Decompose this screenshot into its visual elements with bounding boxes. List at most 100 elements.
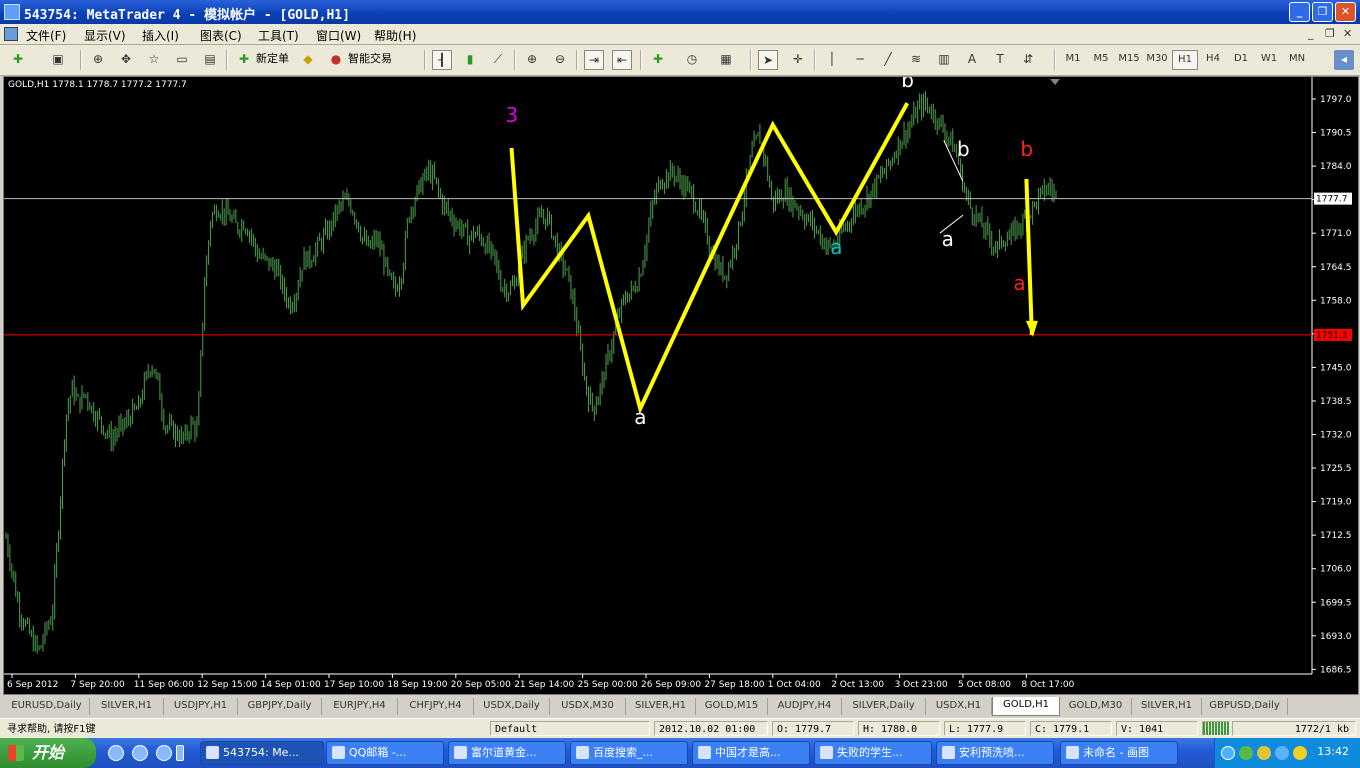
- task-paint[interactable]: 未命名 - 画图: [1060, 741, 1178, 765]
- tab-gold-h1[interactable]: GOLD,H1: [992, 697, 1060, 716]
- tab-silver-h1-3[interactable]: SILVER,H1: [1132, 698, 1202, 715]
- tab-eurjpy-h4[interactable]: EURJPY,H4: [322, 698, 398, 715]
- tab-silver-h1[interactable]: SILVER,H1: [90, 698, 164, 715]
- browser-quicklaunch-icon[interactable]: [132, 745, 148, 761]
- document-icon[interactable]: [4, 27, 18, 41]
- task-student[interactable]: 失败的学生...: [814, 741, 932, 765]
- menu-view[interactable]: 显示(V): [84, 27, 126, 44]
- quicklaunch-more-icon[interactable]: [176, 745, 184, 761]
- terminal-icon[interactable]: ☆: [144, 50, 164, 70]
- new-order-icon[interactable]: ✚: [234, 50, 254, 70]
- security-tray-icon[interactable]: [1239, 746, 1253, 760]
- timeframe-mn[interactable]: MN: [1284, 50, 1310, 70]
- task-qq-mail[interactable]: QQ邮箱 -...: [326, 741, 444, 765]
- templates-icon[interactable]: ▦: [716, 50, 736, 70]
- task-baidu[interactable]: 百度搜索_...: [570, 741, 688, 765]
- indicators-icon[interactable]: ✚: [648, 50, 668, 70]
- tab-gbpjpy-daily[interactable]: GBPJPY,Daily: [238, 698, 322, 715]
- mdi-close-icon[interactable]: ✕: [1343, 27, 1352, 40]
- arrows-icon[interactable]: ⇵: [1018, 50, 1038, 70]
- menu-file[interactable]: 文件(F): [26, 27, 66, 44]
- vertical-line-icon[interactable]: │: [822, 50, 842, 70]
- tab-chfjpy-h4[interactable]: CHFJPY,H4: [398, 698, 474, 715]
- volume-tray-icon[interactable]: [1257, 746, 1271, 760]
- timeframe-m30[interactable]: M30: [1144, 50, 1170, 70]
- channel-icon[interactable]: ▥: [934, 50, 954, 70]
- tab-silver-h1-2[interactable]: SILVER,H1: [626, 698, 696, 715]
- ie-quicklaunch-icon[interactable]: [108, 745, 124, 761]
- bar-chart-icon[interactable]: ┨: [432, 50, 452, 70]
- chart-shift-icon[interactable]: ⇥: [584, 50, 604, 70]
- tab-eurusd-daily[interactable]: EURUSD,Daily: [4, 698, 90, 715]
- crosshair-icon[interactable]: ✛: [788, 50, 808, 70]
- timeframe-d1[interactable]: D1: [1228, 50, 1254, 70]
- line-chart-icon[interactable]: ⟋: [488, 50, 508, 70]
- new-chart-icon[interactable]: ✚: [8, 50, 28, 70]
- expand-icon[interactable]: ◂: [1334, 50, 1354, 70]
- network-tray-icon[interactable]: [1221, 746, 1235, 760]
- update-tray-icon[interactable]: [1275, 746, 1289, 760]
- expert-advisors-button[interactable]: 智能交易: [348, 50, 398, 70]
- autoscroll-icon[interactable]: ⇤: [612, 50, 632, 70]
- tab-silver-daily[interactable]: SILVER,Daily: [842, 698, 926, 715]
- timeframe-m1[interactable]: M1: [1060, 50, 1086, 70]
- y-tick-label: 1745.0: [1320, 363, 1352, 373]
- y-tick-label: 1738.5: [1320, 397, 1352, 407]
- market-watch-icon[interactable]: ⊕: [88, 50, 108, 70]
- task-metatrader[interactable]: 543754: Me...: [200, 741, 324, 765]
- menu-charts[interactable]: 图表(C): [200, 27, 242, 44]
- menu-tools[interactable]: 工具(T): [258, 27, 299, 44]
- zoom-in-icon[interactable]: ⊕: [522, 50, 542, 70]
- text-label-icon[interactable]: T: [990, 50, 1010, 70]
- menu-window[interactable]: 窗口(W): [316, 27, 361, 44]
- tab-audjpy-h4[interactable]: AUDJPY,H4: [768, 698, 842, 715]
- tab-gold-m15[interactable]: GOLD,M15: [696, 698, 768, 715]
- task-amway[interactable]: 安利预洗喷...: [936, 741, 1054, 765]
- timeframe-w1[interactable]: W1: [1256, 50, 1282, 70]
- mdi-minimize-icon[interactable]: _: [1308, 27, 1314, 40]
- start-button[interactable]: 开始: [0, 738, 96, 768]
- tab-usdjpy-h1[interactable]: USDJPY,H1: [164, 698, 238, 715]
- alert-icon[interactable]: ◆: [298, 50, 318, 70]
- zoom-out-icon[interactable]: ⊖: [550, 50, 570, 70]
- price-chart[interactable]: 1797.01790.51784.01777.41771.01764.51758…: [3, 76, 1359, 695]
- timeframe-m5[interactable]: M5: [1088, 50, 1114, 70]
- fibonacci-icon[interactable]: ≋: [906, 50, 926, 70]
- data-window-icon[interactable]: ▤: [200, 50, 220, 70]
- tab-usdx-daily[interactable]: USDX,Daily: [474, 698, 550, 715]
- expert-advisors-icon[interactable]: ●: [326, 50, 346, 70]
- tab-usdx-h1[interactable]: USDX,H1: [926, 698, 992, 715]
- text-tool-icon[interactable]: A: [962, 50, 982, 70]
- restore-button[interactable]: ❐: [1312, 2, 1333, 22]
- new-order-button[interactable]: 新定单: [256, 50, 296, 70]
- navigator-icon[interactable]: ✥: [116, 50, 136, 70]
- profiles-icon[interactable]: ▣: [48, 50, 68, 70]
- y-tick-label: 1790.5: [1320, 129, 1352, 139]
- trendline-icon[interactable]: ╱: [878, 50, 898, 70]
- qq-quicklaunch-icon[interactable]: [156, 745, 172, 761]
- wave-label: a: [1013, 271, 1025, 295]
- strategy-tester-icon[interactable]: ▭: [172, 50, 192, 70]
- menu-help[interactable]: 帮助(H): [374, 27, 416, 44]
- timeframe-h4[interactable]: H4: [1200, 50, 1226, 70]
- tab-gold-m30[interactable]: GOLD,M30: [1060, 698, 1132, 715]
- tab-gbpusd-daily[interactable]: GBPUSD,Daily: [1202, 698, 1288, 715]
- cursor-icon[interactable]: ➤: [758, 50, 778, 70]
- task-china[interactable]: 中国才是高...: [692, 741, 810, 765]
- minimize-button[interactable]: _: [1289, 2, 1310, 22]
- timeframe-m15[interactable]: M15: [1116, 50, 1142, 70]
- horizontal-line-icon[interactable]: ─: [850, 50, 870, 70]
- task-gold-site[interactable]: 富尔道黄金...: [448, 741, 566, 765]
- candlestick-icon[interactable]: ▮: [460, 50, 480, 70]
- y-tick-label: 1764.5: [1320, 263, 1352, 273]
- menu-insert[interactable]: 插入(I): [142, 27, 179, 44]
- mdi-restore-icon[interactable]: ❐: [1325, 27, 1335, 40]
- periods-icon[interactable]: ◷: [682, 50, 702, 70]
- antivirus-tray-icon[interactable]: [1293, 746, 1307, 760]
- timeframe-h1[interactable]: H1: [1172, 50, 1198, 70]
- tab-usdx-m30[interactable]: USDX,M30: [550, 698, 626, 715]
- chart-canvas[interactable]: 1797.01790.51784.01777.41771.01764.51758…: [4, 77, 1358, 694]
- title-bar: 543754: MetaTrader 4 - 模拟帐户 - [GOLD,H1] …: [0, 0, 1360, 24]
- wave-label: b: [1020, 137, 1033, 161]
- close-button[interactable]: ✕: [1335, 2, 1356, 22]
